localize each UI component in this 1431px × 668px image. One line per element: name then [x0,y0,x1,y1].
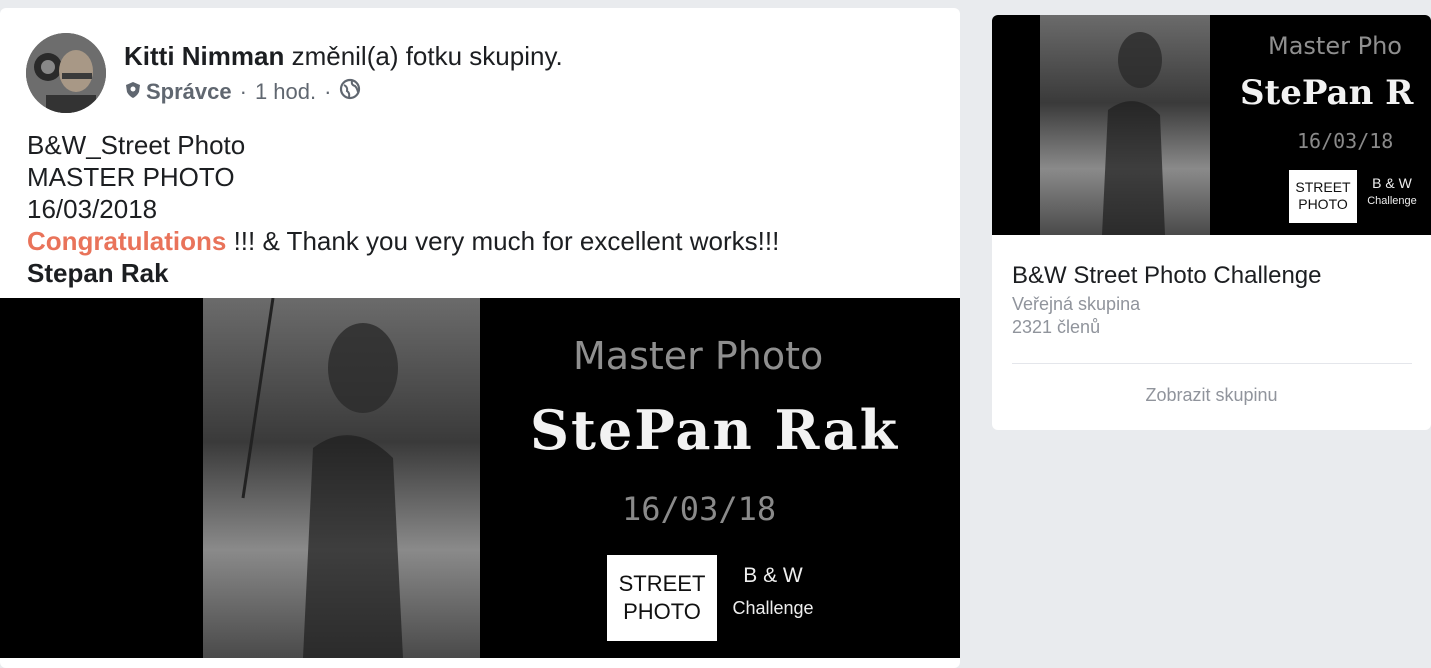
post-header: Kitti Nimman změnil(a) fotku skupiny. [124,41,563,72]
member-count: 2321 členů [1012,317,1101,337]
divider [1012,363,1412,364]
post-text: B&W_Street Photo MASTER PHOTO 16/03/2018… [27,129,779,289]
cover-name: StePan Rak [530,398,900,462]
post-meta: Správce · 1 hod. · [124,78,361,106]
cover-name: StePan R [1240,73,1414,113]
signature: Stepan Rak [27,258,169,288]
view-group-button[interactable]: Zobrazit skupinu [992,385,1431,406]
group-name[interactable]: B&W Street Photo Challenge [1012,262,1322,290]
group-card: Master Pho StePan R 16/03/18 STREET PHOT… [992,15,1431,430]
cover-title: Master Photo [573,334,824,378]
logo-line: STREET [618,571,706,596]
bw-label: B & W [743,564,803,587]
group-type: Veřejná skupina [1012,294,1141,314]
group-cover[interactable]: Master Pho StePan R 16/03/18 STREET PHOT… [992,15,1431,235]
street-photo-logo: STREET PHOTO [1289,170,1357,223]
challenge-label: Challenge [1367,195,1417,207]
separator: · [239,79,247,104]
avatar[interactable] [26,33,106,113]
globe-icon[interactable] [339,78,361,106]
separator: · [324,79,332,104]
author-name[interactable]: Kitti Nimman [124,41,284,71]
feed-post: Kitti Nimman změnil(a) fotku skupiny. Sp… [0,8,960,668]
cover-date: 16/03/18 [1297,129,1394,153]
post-time[interactable]: 1 hod. [255,79,316,105]
congrats-word: Congratulations [27,226,227,256]
post-line: Congratulations !!! & Thank you very muc… [27,225,779,257]
logo-line: PHOTO [623,599,701,624]
cover-title: Master Pho [1268,32,1402,60]
photo-strip [1040,15,1210,235]
street-photo-logo: STREET PHOTO [607,555,717,641]
post-line: 16/03/2018 [27,194,158,224]
post-action: změnil(a) fotku skupiny. [291,41,563,71]
group-info: Veřejná skupina 2321 členů [1012,293,1140,339]
post-line: B&W_Street Photo [27,130,246,160]
shield-icon [124,79,142,105]
cover-date: 16/03/18 [622,490,777,528]
bw-label: B & W [1372,175,1412,191]
post-photo[interactable]: Master Photo StePan Rak 16/03/18 STREET … [0,298,960,658]
challenge-label: Challenge [732,598,814,618]
logo-line: STREET [1295,179,1351,195]
thanks-text: !!! & Thank you very much for excellent … [226,226,780,256]
post-line: MASTER PHOTO [27,162,235,192]
role-label: Správce [146,79,232,104]
photo-strip [203,298,480,658]
logo-line: PHOTO [1298,196,1348,212]
